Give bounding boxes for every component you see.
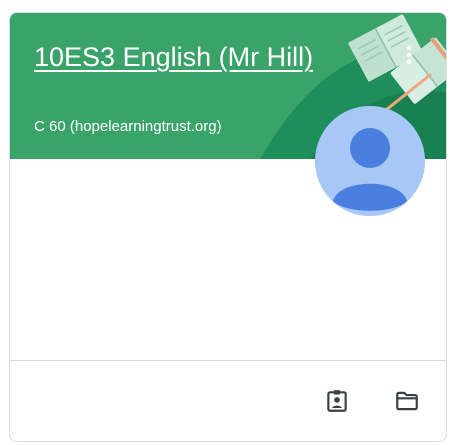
class-subtitle: C 60 (hopelearningtrust.org): [34, 118, 222, 135]
more-vert-icon: [406, 45, 412, 65]
class-drive-folder-button[interactable]: [387, 381, 427, 421]
teacher-avatar: [315, 106, 425, 216]
your-work-button[interactable]: [317, 381, 357, 421]
class-card: 10ES3 English (Mr Hill) C 60 (hopelearni…: [9, 12, 447, 442]
assignment-ind-icon: [327, 390, 347, 412]
folder-icon: [396, 391, 418, 411]
class-title-link[interactable]: 10ES3 English (Mr Hill): [34, 41, 313, 73]
account-circle-icon: [315, 106, 425, 216]
more-options-button[interactable]: [391, 37, 427, 73]
class-card-footer: [10, 360, 446, 441]
